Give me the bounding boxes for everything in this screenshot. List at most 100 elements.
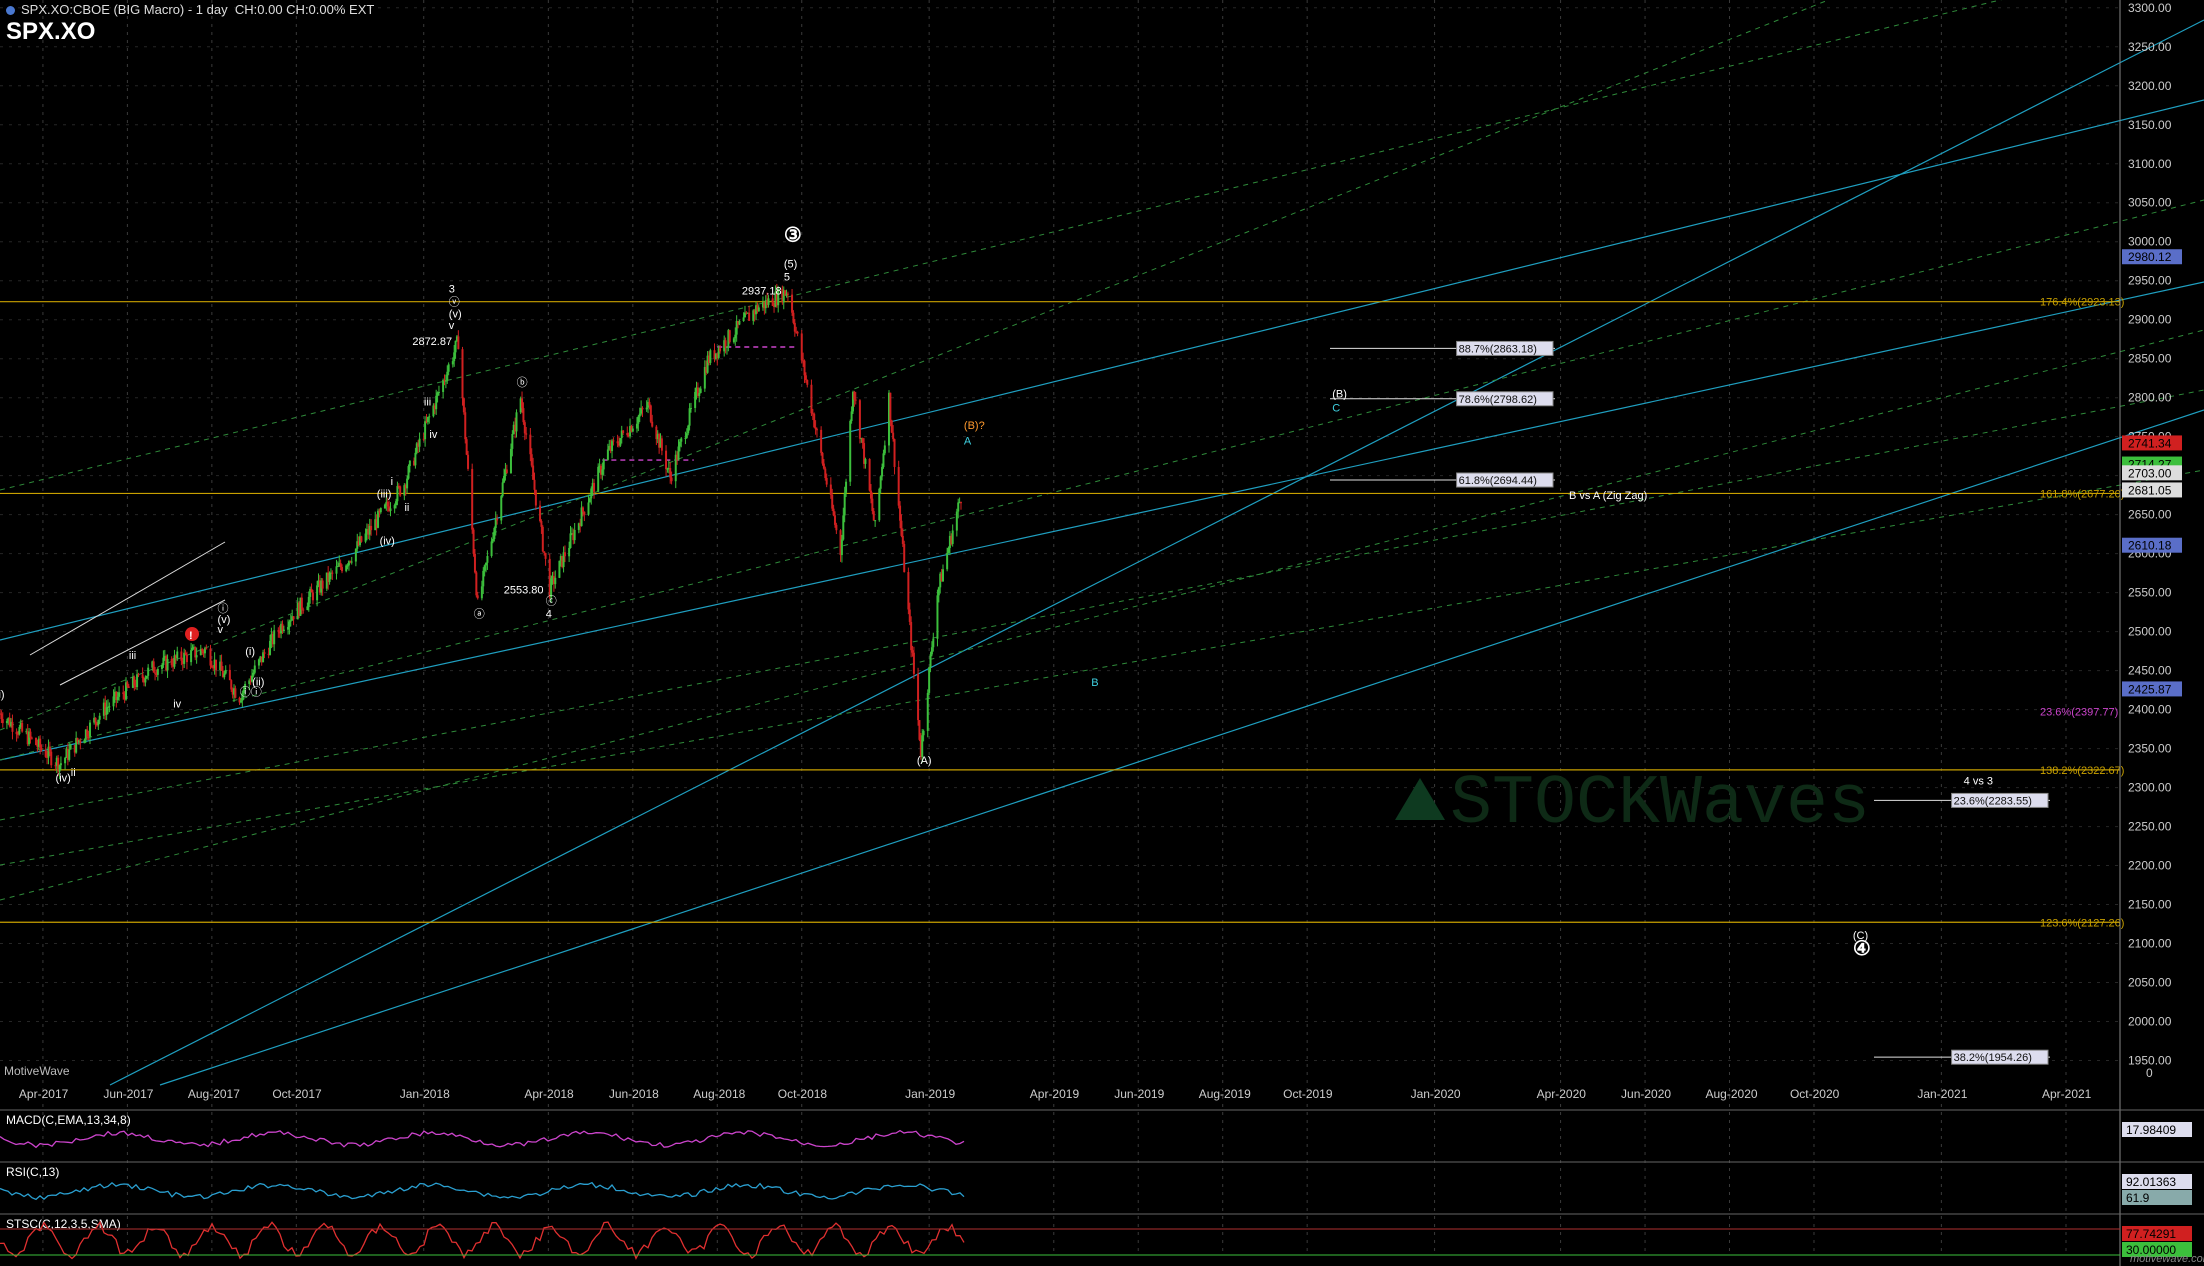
wave-label: ⓘⓘ [240,686,262,699]
candle-body [406,478,409,489]
series-color-icon[interactable] [6,6,15,16]
candle-body [748,312,751,321]
x-tick-label: Jun-2020 [1621,1087,1671,1101]
candle-body [310,588,313,593]
candle-body [116,696,119,701]
x-tick-label: Aug-2018 [693,1087,745,1101]
candle-body [480,586,483,599]
candle-body [854,399,857,401]
candle-body [195,655,198,658]
wave-label: ⓑ [517,376,528,389]
candle-body [471,468,474,530]
y-tick-label: 2800.00 [2128,391,2172,405]
candle-body [840,539,843,556]
wave-label: ii [71,767,76,779]
candle-body [485,562,488,566]
candle-body [331,572,334,574]
candle-body [515,412,518,432]
indicator-value: 17.98409 [2126,1123,2176,1137]
candle-body [540,521,543,527]
candle-body [813,413,816,428]
x-tick-label: Jan-2020 [1411,1087,1461,1101]
candle-body [339,562,342,568]
candle-body [803,360,806,376]
candle-body [234,688,237,698]
candle-body [680,438,683,442]
candle-body [483,565,486,571]
candle-body [288,621,291,628]
wave-label: 3 [449,283,455,295]
candle-body [815,429,818,431]
candle-body [127,686,130,688]
candle-body [490,541,493,556]
channel-line-green [0,389,2204,821]
candle-body [230,680,233,690]
candle-body [300,597,303,610]
candle-body [136,674,139,688]
candle-body [869,490,872,499]
candle-body [399,486,402,496]
candle-body [408,460,411,467]
candle-body [377,510,380,528]
candle-body [955,511,958,531]
candle-body [473,553,476,573]
candle-body [346,565,349,567]
candle-body [306,606,309,611]
x-tick-label: Jan-2021 [1917,1087,1967,1101]
wave-label: ii [404,502,409,514]
candle-body [724,340,727,348]
candle-body [612,440,615,442]
candle-body [97,719,100,726]
candle-body [493,528,496,540]
wave-label: ④ [1853,938,1871,960]
candle-body [611,440,614,452]
fib-target-label: 78.6%(2798.62) [1459,394,1537,406]
candle-body [946,552,949,570]
indicator-name: RSI(C,13) [6,1165,59,1179]
candle-body [273,630,276,645]
candle-body [166,659,169,671]
candle-body [554,577,557,585]
channel-line-green [0,199,2204,761]
x-tick-label: Aug-2020 [1706,1087,1758,1101]
candle-body [820,429,823,453]
candle-body [321,580,324,589]
candle-body [689,407,692,409]
candle-body [464,412,467,440]
candle-body [453,352,456,362]
candle-body [563,552,566,557]
candle-body [660,438,663,451]
candle-body [161,664,164,669]
candle-body [543,551,546,553]
candle-body [126,682,129,687]
candle-body [573,529,576,541]
wave-label: B [1091,677,1098,689]
candle-body [30,737,33,739]
candle-body [892,432,895,440]
candle-body [937,587,940,596]
candle-body [209,648,212,666]
candle-body [190,650,193,663]
candle-body [442,379,445,392]
candle-body [569,533,572,548]
candle-body [509,448,512,474]
wave-label: (B)? [964,420,985,432]
candle-body [482,570,485,587]
candle-body [850,411,853,422]
candle-body [912,652,915,674]
candle-body [882,453,885,468]
candle-body [532,465,535,480]
wave-label: (iv) [380,535,395,547]
channel-line-green [0,469,2204,866]
candle-body [568,547,571,557]
candle-body [917,673,920,721]
candle-body [252,672,255,676]
candle-body [287,627,290,630]
chart-canvas[interactable]: STOCKWaves 176.4%(2923.13) 161.8%(2677.20… [0,0,2204,1266]
stockwaves-watermark: STOCKWaves [1395,765,1870,844]
candle-body [145,675,148,679]
candle-body [311,592,314,601]
price-annotation: 2937.18 [742,286,782,298]
price-tag-label: 2980.12 [2128,250,2172,264]
candle-body [814,427,817,430]
